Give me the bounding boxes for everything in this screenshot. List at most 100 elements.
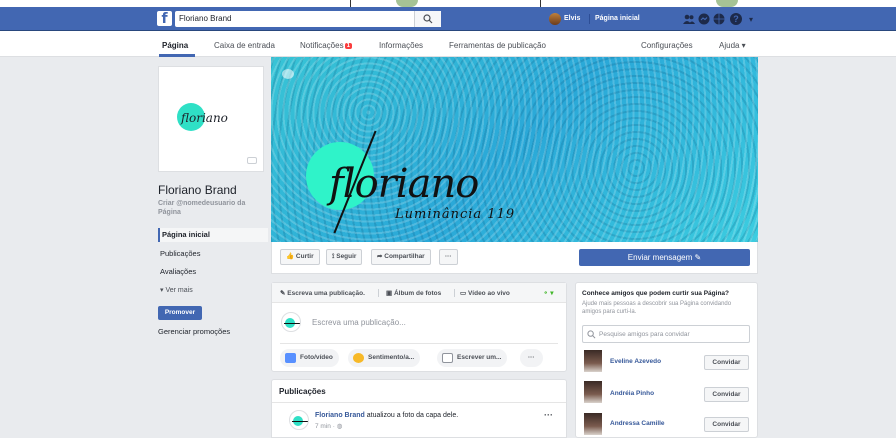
nav-divider: [589, 14, 590, 24]
search-button[interactable]: [414, 11, 441, 27]
pencil-icon: ✎: [692, 253, 702, 262]
sidebar-item-home[interactable]: Página inicial: [158, 228, 268, 242]
notification-count-badge: 1: [344, 43, 352, 49]
tab-settings[interactable]: Configurações: [641, 41, 693, 50]
send-message-label: Enviar mensagem: [627, 253, 693, 262]
post-author-avatar[interactable]: [289, 410, 309, 430]
profile-logo-text: floriano: [181, 111, 228, 125]
cover-photo[interactable]: floriano Luminância 119: [271, 57, 758, 242]
sidebar-item-publications[interactable]: Publicações: [158, 247, 268, 261]
leaf-decoration: [716, 0, 738, 7]
more-options-button[interactable]: ···: [439, 249, 458, 265]
photo-icon: [285, 353, 296, 363]
sidebar-item-reviews[interactable]: Avaliações: [158, 265, 268, 279]
post-header: Floriano Brand atualizou a foto da capa …: [315, 412, 458, 419]
invite-friends-heading: Conhece amigos que podem curtir sua Pági…: [582, 290, 730, 297]
promote-button[interactable]: Promover: [158, 306, 202, 320]
thumbs-up-icon: 👍: [286, 253, 296, 260]
friend-name[interactable]: Andréia Pinho: [610, 390, 654, 397]
facebook-logo-icon[interactable]: f: [157, 11, 172, 27]
invite-button[interactable]: Convidar: [704, 355, 749, 370]
write-note-label: Escrever um...: [457, 354, 502, 361]
friend-name[interactable]: Eveline Azevedo: [610, 358, 661, 365]
share-label: Compartilhar: [384, 253, 425, 260]
cover-camera-icon[interactable]: [282, 69, 294, 79]
write-note-button[interactable]: Escrever um...: [437, 349, 508, 367]
album-icon: ▣: [386, 290, 394, 297]
tab-notifications-label: Notificações: [300, 41, 344, 50]
section-divider: [272, 402, 566, 403]
account-menu-chevron-down-icon[interactable]: ▾: [749, 15, 753, 24]
invite-button[interactable]: Convidar: [704, 387, 749, 402]
post-time-label: 7 min: [315, 423, 331, 430]
tab-live-video-label: Vídeo ao vivo: [467, 290, 510, 297]
tab-divider: [454, 289, 455, 297]
post-author-link[interactable]: Floriano Brand: [315, 412, 365, 419]
cover-subtitle: Luminância 119: [395, 207, 516, 222]
see-more-link[interactable]: ▾ Ver mais: [160, 286, 193, 294]
post-composer: ✎ Escreva uma publicação. ▣ Álbum de fot…: [271, 282, 567, 372]
photo-video-button[interactable]: Foto/vídeo: [280, 349, 339, 367]
tab-inbox[interactable]: Caixa de entrada: [214, 41, 275, 50]
post-options-button[interactable]: ···: [544, 410, 553, 420]
search-icon: [423, 14, 433, 24]
page-action-bar: 👍 Curtir ⟟ Seguir ➦ Compartilhar ··· Env…: [271, 242, 758, 274]
invite-button[interactable]: Convidar: [704, 417, 749, 432]
top-strip: [0, 0, 896, 7]
feeling-activity-label: Sentimento/a...: [368, 354, 415, 361]
share-button[interactable]: ➦ Compartilhar: [371, 249, 431, 265]
search-input[interactable]: Floriano Brand: [175, 11, 441, 27]
user-name-link[interactable]: Elvis: [564, 15, 580, 22]
live-video-icon: ▭: [460, 290, 468, 297]
tab-photo-album-label: Álbum de fotos: [393, 290, 442, 297]
page-tabs: Página Caixa de entrada Notificações 1 In…: [0, 32, 896, 57]
blue-bar: f Floriano Brand Elvis Página inicial ? …: [0, 7, 896, 31]
composer-input[interactable]: Escreva uma publicação...: [312, 318, 406, 327]
tab-write-post[interactable]: ✎ Escreva uma publicação.: [280, 289, 365, 297]
leaf-decoration: [396, 0, 418, 7]
tab-live-video[interactable]: ▭ Vídeo ao vivo: [460, 289, 510, 297]
follow-label: Seguir: [336, 253, 357, 260]
cover-logo-text: floriano: [329, 161, 479, 207]
friend-name[interactable]: Andressa Camille: [610, 420, 665, 427]
feeling-activity-button[interactable]: Sentimento/a...: [348, 349, 421, 367]
follow-button[interactable]: ⟟ Seguir: [326, 249, 363, 265]
create-username-link[interactable]: Criar @nomedeusuario da Página: [158, 199, 268, 217]
composer-settings-dropdown[interactable]: ⚬ ▾: [543, 289, 554, 297]
help-icon[interactable]: ?: [730, 13, 742, 25]
publications-heading: Publicações: [279, 387, 326, 396]
invite-friends-description: Ajude mais pessoas a descobrir sua Págin…: [582, 301, 732, 315]
post-timestamp[interactable]: 7 min · ◍: [315, 422, 342, 430]
friends-search-placeholder: Pesquise amigos para convidar: [599, 331, 690, 338]
tab-write-post-label: Escreva uma publicação.: [287, 290, 365, 297]
profile-picture[interactable]: floriano: [158, 66, 264, 172]
friend-avatar[interactable]: [584, 381, 602, 403]
user-avatar[interactable]: [549, 13, 561, 25]
tab-publishing-tools[interactable]: Ferramentas de publicação: [449, 41, 546, 50]
post-action-text: atualizou a foto da capa dele.: [366, 412, 459, 419]
photo-video-label: Foto/vídeo: [300, 354, 333, 361]
border-line: [540, 0, 541, 7]
like-button[interactable]: 👍 Curtir: [280, 249, 320, 265]
tab-information[interactable]: Informações: [379, 41, 423, 50]
composer-divider: [280, 343, 558, 344]
tab-notifications[interactable]: Notificações 1: [300, 41, 352, 50]
tab-page[interactable]: Página: [162, 41, 188, 50]
friend-avatar[interactable]: [584, 413, 602, 435]
tab-help[interactable]: Ajuda ▾: [719, 41, 746, 50]
composer-tabs: ✎ Escreva uma publicação. ▣ Álbum de fot…: [272, 283, 566, 303]
publications-section: Publicações Floriano Brand atualizou a f…: [271, 379, 567, 438]
manage-promotions-link[interactable]: Gerenciar promoções: [158, 327, 230, 336]
tab-photo-album[interactable]: ▣ Álbum de fotos: [386, 289, 441, 297]
friend-requests-icon[interactable]: [683, 13, 695, 25]
friends-search-input[interactable]: Pesquise amigos para convidar: [582, 325, 750, 343]
page-title[interactable]: Floriano Brand: [158, 183, 237, 197]
home-link[interactable]: Página inicial: [595, 15, 640, 22]
camera-icon[interactable]: [247, 157, 257, 164]
messages-icon[interactable]: [698, 13, 710, 25]
composer-more-button[interactable]: ···: [520, 349, 543, 367]
send-message-button[interactable]: Enviar mensagem ✎: [579, 249, 750, 266]
invite-friends-card: Conhece amigos que podem curtir sua Pági…: [575, 282, 758, 438]
friend-avatar[interactable]: [584, 350, 602, 372]
notifications-globe-icon[interactable]: [713, 13, 725, 25]
